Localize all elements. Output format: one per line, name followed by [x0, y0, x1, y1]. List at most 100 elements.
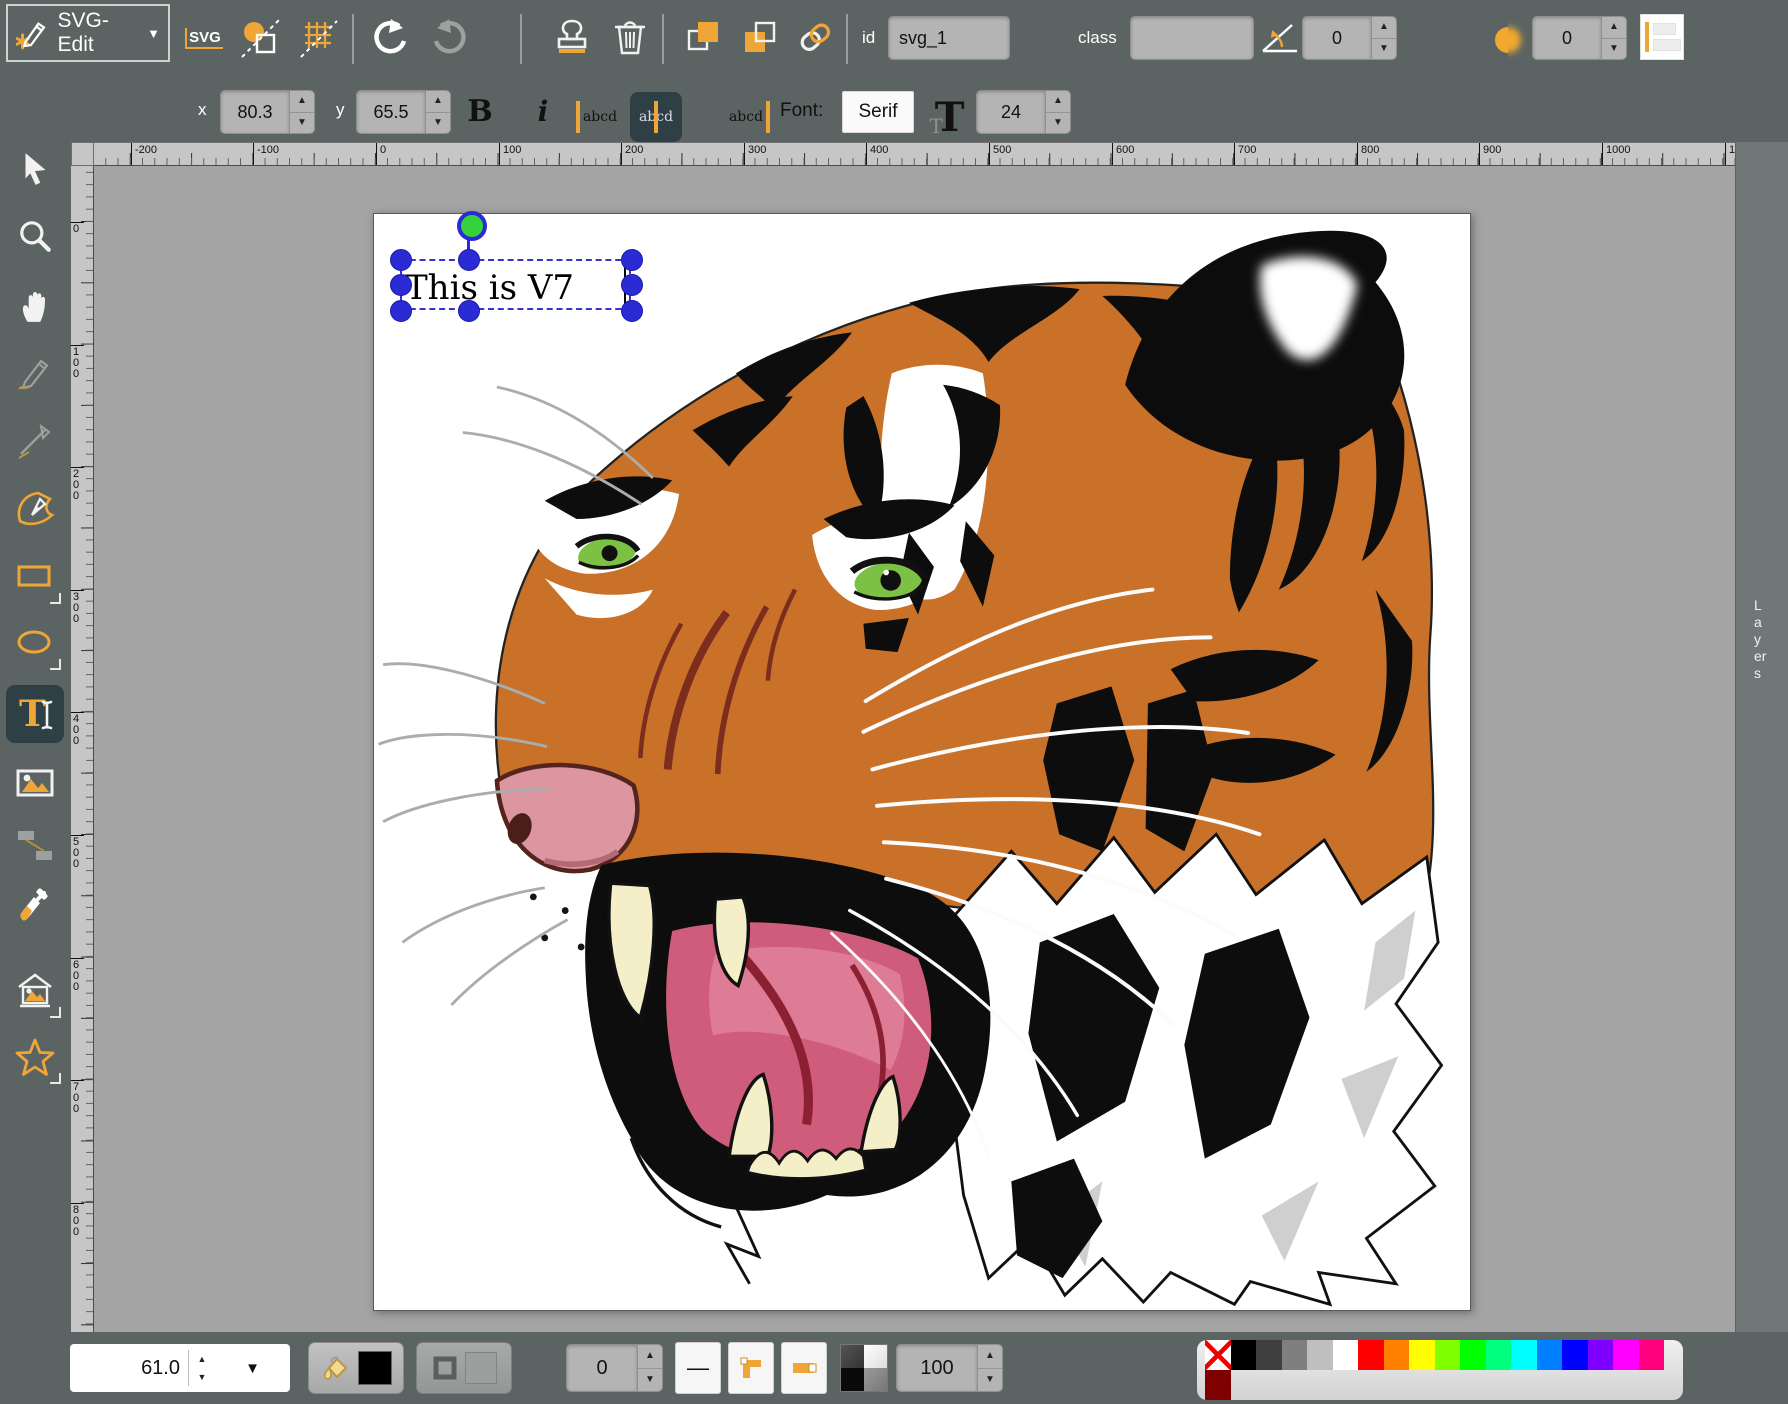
- tool-select[interactable]: [13, 147, 57, 191]
- palette-swatch[interactable]: [1205, 1370, 1231, 1400]
- tool-path[interactable]: [13, 486, 57, 530]
- zoom-up-button[interactable]: ▲: [189, 1350, 215, 1368]
- tiger-artwork[interactable]: [374, 214, 1470, 1310]
- blur-up-button[interactable]: ▲: [1602, 17, 1626, 39]
- x-up-button[interactable]: ▲: [290, 91, 314, 113]
- palette-swatch[interactable]: [1613, 1340, 1639, 1370]
- text-anchor-end-button[interactable]: abcd: [720, 92, 772, 142]
- tool-line[interactable]: [13, 420, 57, 464]
- palette-swatch[interactable]: [1358, 1340, 1384, 1370]
- font-size-up-button[interactable]: ▲: [1046, 91, 1070, 113]
- move-to-front-button[interactable]: [682, 16, 726, 60]
- stroke-linejoin-button[interactable]: [728, 1342, 774, 1394]
- palette-swatch[interactable]: [1256, 1340, 1282, 1370]
- opacity-up-button[interactable]: ▲: [978, 1345, 1002, 1369]
- angle-input[interactable]: [1302, 16, 1371, 60]
- selection-handle-n[interactable]: [458, 249, 480, 271]
- editor-preferences-button[interactable]: [296, 16, 340, 60]
- selection-handle-w[interactable]: [390, 274, 412, 296]
- selection-handle-sw[interactable]: [390, 300, 412, 322]
- tool-ellipse[interactable]: [13, 622, 57, 666]
- tool-rectangle[interactable]: [13, 556, 57, 600]
- palette-swatch[interactable]: [1282, 1340, 1308, 1370]
- workspace[interactable]: This is V7: [94, 166, 1735, 1332]
- eyedropper-icon: [14, 885, 56, 927]
- tool-text[interactable]: T: [6, 685, 64, 743]
- stroke-color-button[interactable]: [416, 1342, 512, 1394]
- bold-button[interactable]: B: [455, 86, 505, 136]
- element-class-input[interactable]: [1130, 16, 1254, 60]
- palette-swatch[interactable]: [1562, 1340, 1588, 1370]
- edit-source-button[interactable]: SVG: [182, 16, 226, 60]
- clone-button[interactable]: [550, 16, 594, 60]
- angle-down-button[interactable]: ▼: [1372, 39, 1396, 60]
- palette-swatch[interactable]: [1435, 1340, 1461, 1370]
- text-anchor-middle-button[interactable]: abcd: [630, 92, 682, 142]
- palette-swatch-none[interactable]: [1205, 1340, 1231, 1370]
- tool-zoom[interactable]: [13, 214, 57, 258]
- stroke-linecap-button[interactable]: [781, 1342, 827, 1394]
- zoom-widget[interactable]: 61.0 ▲ ▼ ▼: [70, 1344, 290, 1392]
- angle-up-button[interactable]: ▲: [1372, 17, 1396, 39]
- selection-handle-nw[interactable]: [390, 249, 412, 271]
- palette-swatch[interactable]: [1639, 1340, 1665, 1370]
- palette-swatch[interactable]: [1537, 1340, 1563, 1370]
- font-size-input[interactable]: [976, 90, 1045, 134]
- tool-shape-library[interactable]: [13, 970, 57, 1014]
- stroke-width-down-button[interactable]: ▼: [638, 1369, 662, 1392]
- opacity-down-button[interactable]: ▼: [978, 1369, 1002, 1392]
- layers-panel-toggle[interactable]: Layers: [1735, 142, 1788, 1332]
- italic-button[interactable]: i: [518, 86, 568, 136]
- stroke-width-up-button[interactable]: ▲: [638, 1345, 662, 1369]
- selection-handle-se[interactable]: [621, 300, 643, 322]
- element-id-input[interactable]: [888, 16, 1010, 60]
- tool-star[interactable]: [13, 1036, 57, 1080]
- tool-pencil[interactable]: [13, 352, 57, 396]
- stroke-dash-button[interactable]: —: [675, 1342, 721, 1394]
- y-up-button[interactable]: ▲: [426, 91, 450, 113]
- link-button[interactable]: [794, 16, 838, 60]
- blur-input[interactable]: [1532, 16, 1601, 60]
- palette-swatch[interactable]: [1307, 1340, 1333, 1370]
- svg-canvas[interactable]: [373, 213, 1471, 1311]
- palette-swatch[interactable]: [1460, 1340, 1486, 1370]
- opacity-input[interactable]: [896, 1344, 977, 1392]
- tool-pan[interactable]: [13, 284, 57, 328]
- font-family-button[interactable]: Serif: [842, 91, 914, 133]
- palette-swatch[interactable]: [1588, 1340, 1614, 1370]
- move-to-back-button[interactable]: [738, 16, 782, 60]
- blur-down-button[interactable]: ▼: [1602, 39, 1626, 60]
- palette-swatch[interactable]: [1486, 1340, 1512, 1370]
- font-size-down-button[interactable]: ▼: [1046, 113, 1070, 134]
- palette-swatch[interactable]: [1384, 1340, 1410, 1370]
- document-properties-button[interactable]: [238, 16, 282, 60]
- palette-swatch[interactable]: [1511, 1340, 1537, 1370]
- stroke-width-input[interactable]: [566, 1344, 637, 1392]
- palette-swatch[interactable]: [1333, 1340, 1359, 1370]
- selection-handle-s[interactable]: [458, 300, 480, 322]
- main-menu-button[interactable]: SVG-Edit ▼: [6, 4, 170, 62]
- y-input[interactable]: [356, 90, 425, 134]
- redo-button[interactable]: [428, 16, 472, 60]
- tool-eyedropper[interactable]: [13, 884, 57, 928]
- document-properties-icon: [239, 17, 281, 59]
- flyout-corner-icon: [50, 593, 61, 604]
- ruler-vertical: 0100200300400500600700800: [71, 166, 94, 1332]
- selection-handle-ne[interactable]: [621, 249, 643, 271]
- y-down-button[interactable]: ▼: [426, 113, 450, 134]
- selection-handle-e[interactable]: [621, 274, 643, 296]
- zoom-dropdown-arrow-icon[interactable]: ▼: [215, 1360, 290, 1377]
- text-anchor-start-button[interactable]: abcd: [574, 92, 626, 142]
- palette-swatch[interactable]: [1409, 1340, 1435, 1370]
- x-input[interactable]: [220, 90, 289, 134]
- x-down-button[interactable]: ▼: [290, 113, 314, 134]
- rotate-grip[interactable]: [457, 211, 487, 241]
- fill-color-button[interactable]: [308, 1342, 404, 1394]
- align-button[interactable]: [1640, 14, 1684, 60]
- tool-connector[interactable]: [13, 824, 57, 868]
- undo-button[interactable]: [368, 16, 412, 60]
- palette-swatch[interactable]: [1231, 1340, 1257, 1370]
- delete-button[interactable]: [608, 16, 652, 60]
- tool-image[interactable]: [13, 762, 57, 806]
- zoom-down-button[interactable]: ▼: [189, 1368, 215, 1386]
